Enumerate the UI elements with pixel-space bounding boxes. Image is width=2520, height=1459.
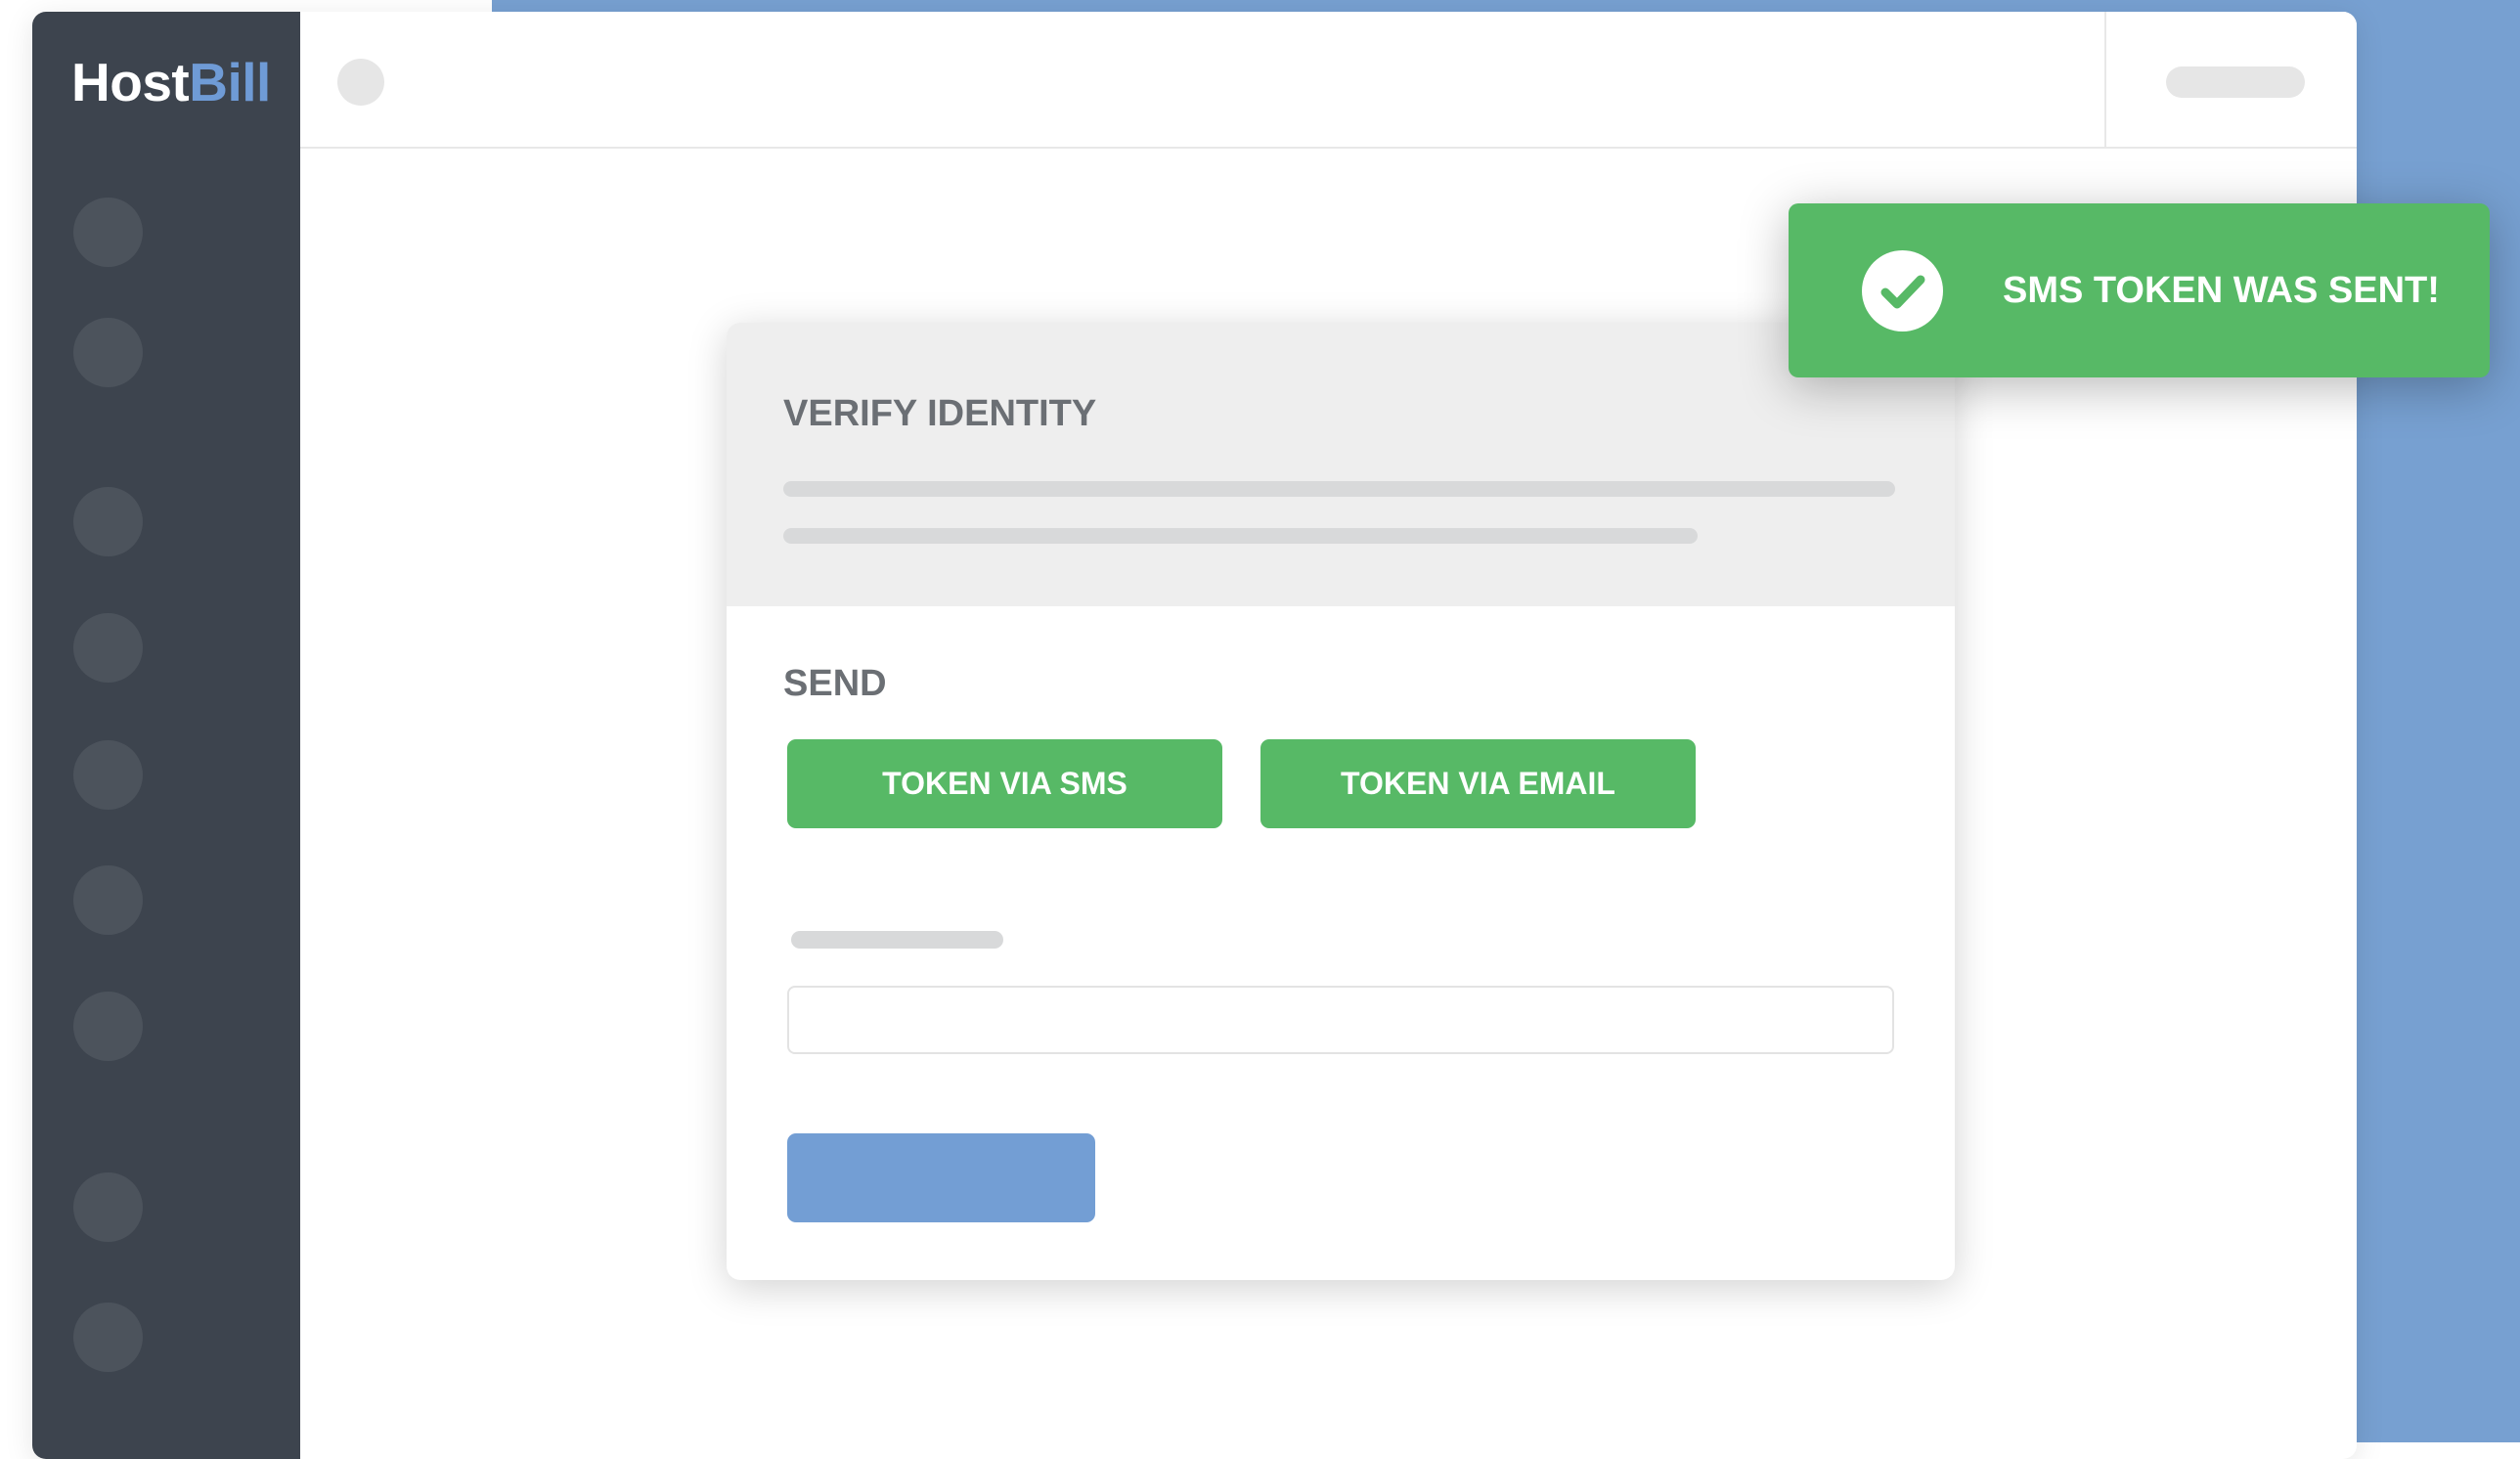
sidebar-nav-item[interactable] [73, 992, 143, 1061]
description-line-placeholder [783, 481, 1895, 497]
token-via-email-button[interactable]: TOKEN VIA EMAIL [1260, 739, 1696, 828]
logo-text-host: Host [71, 52, 190, 112]
sidebar-nav-item[interactable] [73, 865, 143, 935]
token-via-sms-button[interactable]: TOKEN VIA SMS [787, 739, 1222, 828]
input-label-placeholder [791, 931, 1003, 949]
verify-identity-card: VERIFY IDENTITY SEND TOKEN VIA SMS TOKEN… [727, 323, 1955, 1280]
check-circle-icon [1862, 250, 1943, 332]
success-toast: SMS TOKEN WAS SENT! [1789, 203, 2490, 377]
sidebar-nav-item[interactable] [73, 613, 143, 683]
submit-button[interactable] [787, 1133, 1095, 1222]
toast-message: SMS TOKEN WAS SENT! [2003, 269, 2440, 311]
topbar [300, 12, 2357, 149]
topbar-divider [2104, 12, 2106, 147]
sidebar-nav-item[interactable] [73, 318, 143, 387]
topbar-menu-placeholder[interactable] [2166, 66, 2305, 98]
card-title: VERIFY IDENTITY [783, 393, 1097, 434]
sidebar-nav-item[interactable] [73, 198, 143, 267]
token-input[interactable] [787, 986, 1894, 1054]
sidebar-nav-item[interactable] [73, 1172, 143, 1242]
sidebar-nav-item[interactable] [73, 740, 143, 810]
send-label: SEND [783, 663, 887, 704]
logo-text-bill: Bill [189, 52, 271, 112]
sidebar-nav-item[interactable] [73, 1303, 143, 1372]
topbar-avatar-placeholder[interactable] [337, 59, 384, 106]
description-line-placeholder [783, 528, 1698, 544]
hostbill-logo[interactable]: HostBill [71, 51, 271, 113]
sidebar-nav-item[interactable] [73, 487, 143, 556]
card-header: VERIFY IDENTITY [727, 323, 1955, 606]
sidebar: HostBill [32, 12, 300, 1459]
